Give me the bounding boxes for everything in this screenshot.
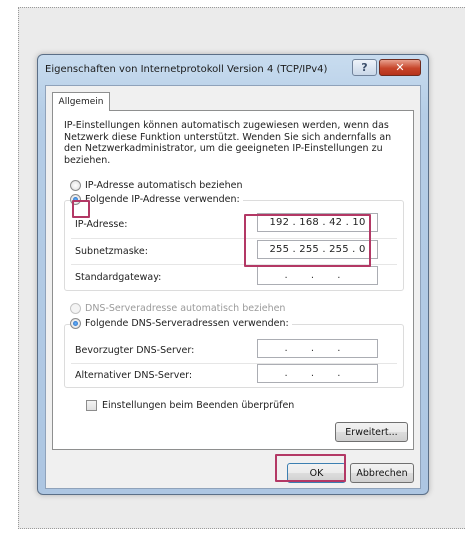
- preferred-dns-field[interactable]: . . .: [257, 339, 378, 358]
- dns-manual-radio-row[interactable]: Folgende DNS-Serveradressen verwenden:: [70, 318, 292, 329]
- tcpip-properties-dialog: Eigenschaften von Internetprotokoll Vers…: [37, 54, 429, 495]
- row-divider: [71, 238, 397, 239]
- validate-settings-label: Einstellungen beim Beenden überprüfen: [102, 400, 295, 411]
- alternate-dns-field[interactable]: . . .: [257, 364, 378, 383]
- description-text: IP-Einstellungen können automatisch zuge…: [64, 120, 392, 166]
- alternate-dns-label: Alternativer DNS-Server:: [75, 370, 193, 381]
- ip-manual-label: Folgende IP-Adresse verwenden:: [85, 194, 240, 205]
- dns-settings-group: Folgende DNS-Serveradressen verwenden: B…: [64, 318, 404, 388]
- default-gateway-field[interactable]: . . .: [257, 266, 378, 285]
- validate-settings-checkbox[interactable]: [86, 400, 97, 411]
- ip-manual-radio-row[interactable]: Folgende IP-Adresse verwenden:: [70, 194, 243, 205]
- dialog-title: Eigenschaften von Internetprotokoll Vers…: [45, 64, 328, 75]
- ip-auto-label: IP-Adresse automatisch beziehen: [85, 180, 243, 191]
- help-icon: ?: [361, 61, 368, 74]
- alternate-dns-dots: . . .: [284, 368, 351, 379]
- ip-manual-radio[interactable]: [70, 194, 81, 205]
- close-button[interactable]: ✕: [379, 59, 421, 76]
- tab-page-general: IP-Einstellungen können automatisch zuge…: [52, 110, 414, 450]
- tab-allgemein[interactable]: Allgemein: [52, 92, 110, 111]
- dns-auto-label: DNS-Serveradresse automatisch beziehen: [85, 303, 286, 314]
- dialog-client-area: Allgemein IP-Einstellungen können automa…: [45, 85, 421, 489]
- close-icon: ✕: [395, 61, 405, 74]
- gateway-dots: . . .: [284, 270, 351, 281]
- help-button[interactable]: ?: [352, 59, 377, 76]
- subnet-mask-label: Subnetzmaske:: [75, 246, 148, 257]
- dns-manual-radio[interactable]: [70, 318, 81, 329]
- dns-auto-radio-row[interactable]: DNS-Serveradresse automatisch beziehen: [70, 303, 285, 314]
- radio-selected-dot: [73, 197, 78, 202]
- ip-auto-radio-row[interactable]: IP-Adresse automatisch beziehen: [70, 180, 242, 191]
- ip-address-label: IP-Adresse:: [75, 219, 128, 230]
- radio-selected-dot: [73, 321, 78, 326]
- dns-auto-radio[interactable]: [70, 303, 81, 314]
- advanced-button[interactable]: Erweitert...: [335, 422, 408, 442]
- preferred-dns-label: Bevorzugter DNS-Server:: [75, 345, 195, 356]
- ok-button[interactable]: OK: [287, 463, 346, 483]
- row-divider: [71, 264, 397, 265]
- ip-auto-radio[interactable]: [70, 180, 81, 191]
- preferred-dns-dots: . . .: [284, 343, 351, 354]
- ip-address-field[interactable]: 192 . 168 . 42 . 10: [257, 213, 378, 232]
- subnet-mask-field[interactable]: 255 . 255 . 255 . 0: [257, 240, 378, 259]
- default-gateway-label: Standardgateway:: [75, 272, 162, 283]
- title-bar: Eigenschaften von Internetprotokoll Vers…: [38, 55, 428, 83]
- validate-settings-row[interactable]: Einstellungen beim Beenden überprüfen: [86, 400, 294, 411]
- dns-manual-label: Folgende DNS-Serveradressen verwenden:: [85, 318, 289, 329]
- ip-settings-group: Folgende IP-Adresse verwenden: IP-Adress…: [64, 194, 404, 291]
- cancel-button[interactable]: Abbrechen: [350, 463, 414, 483]
